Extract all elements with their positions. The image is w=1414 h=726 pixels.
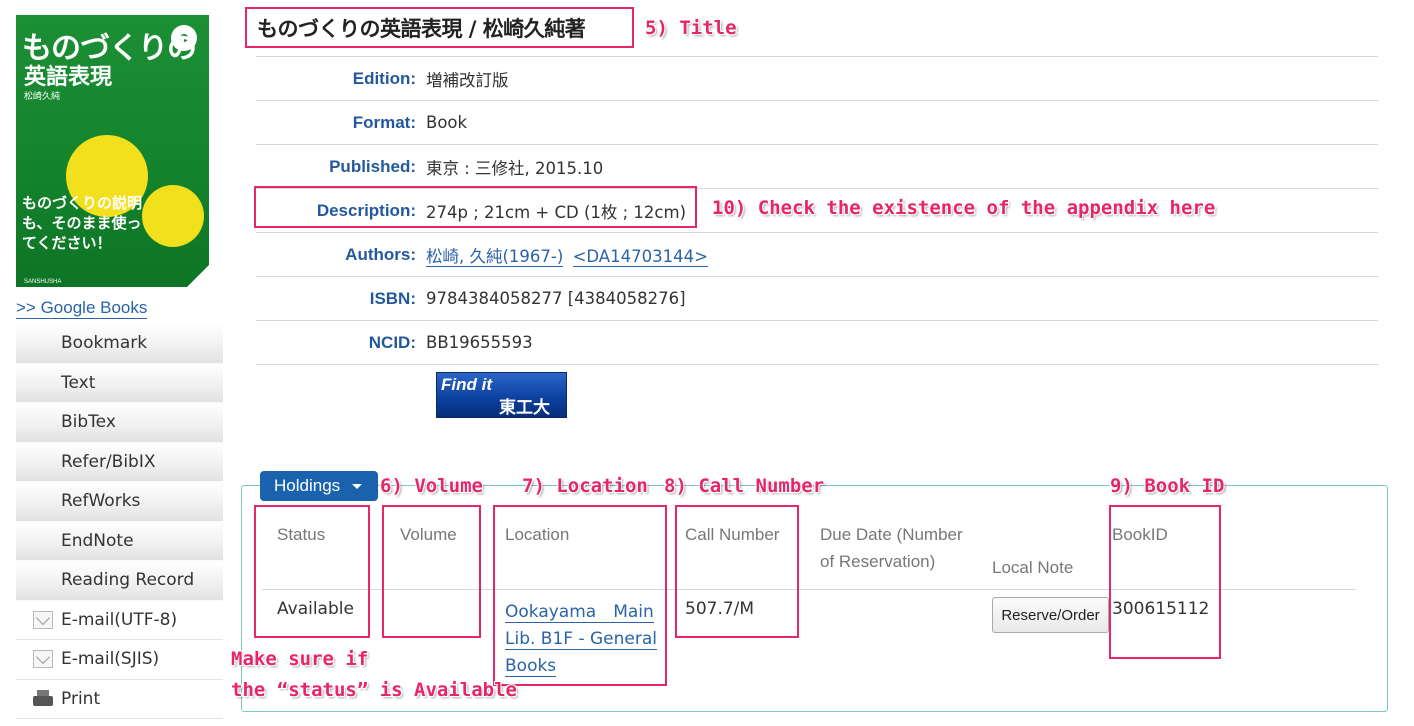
header-local-note: Local Note (992, 558, 1074, 577)
cover-catchphrase: ものづくりの説明も、そのまま使ってください！ (22, 194, 143, 252)
menu-label: Reading Record (61, 570, 195, 591)
detail-value: 東京 : 三修社, 2015.10 (426, 158, 604, 178)
holdings-tab[interactable]: Holdings (260, 471, 378, 501)
menu-label: Print (61, 688, 101, 709)
annotation-location: 7) Location (522, 475, 648, 497)
google-books-link[interactable]: >> Google Books (16, 298, 148, 319)
cover-author: 松崎久純 (24, 92, 61, 102)
annotation-status-line1: Make sure if (231, 648, 369, 670)
annotation-status-line2: the “status” is Available (231, 679, 517, 701)
detail-label: ISBN: (369, 288, 416, 308)
menu-label: Refer/BibIX (61, 451, 156, 472)
menu-label: Text (61, 372, 96, 393)
menu-print[interactable]: Print (16, 679, 223, 719)
printer-icon (33, 689, 53, 708)
page-title: ものづくりの英語表現 / 松崎久純著 (257, 16, 586, 41)
detail-value: 増補改訂版 (426, 70, 509, 90)
detail-row-published: Published: 東京 : 三修社, 2015.10 (256, 144, 1378, 188)
annotation-book-id: 9) Book ID (1110, 475, 1225, 497)
reserve-order-button[interactable]: Reserve/Order (992, 597, 1109, 633)
call-number-highlight-box (675, 505, 799, 638)
menu-text[interactable]: Text (16, 363, 223, 403)
detail-label: Edition: (352, 68, 416, 88)
detail-value: BB19655593 (426, 333, 533, 352)
holdings-tab-label: Holdings (274, 476, 341, 495)
volume-highlight-box (382, 505, 481, 638)
annotation-volume: 6) Volume (380, 475, 483, 497)
menu-refer-bibix[interactable]: Refer/BibIX (16, 442, 223, 482)
caret-down-icon (352, 483, 363, 489)
findit-button[interactable]: Find it 東工大 (436, 372, 567, 418)
menu-label: Bookmark (61, 333, 148, 354)
author-link[interactable]: 松崎, 久純(1967-) (426, 246, 564, 267)
menu-reading-record[interactable]: Reading Record (16, 561, 223, 601)
menu-refworks[interactable]: RefWorks (16, 482, 223, 522)
detail-row-authors: Authors: 松崎, 久純(1967-) <DA14703144> (256, 232, 1378, 276)
menu-endnote[interactable]: EndNote (16, 521, 223, 561)
detail-value: 9784384058277 [4384058276] (426, 289, 686, 308)
book-cover-image: ものづくりの 英語表現 松崎久純 ものづくりの説明も、そのまま使ってください！ … (16, 15, 209, 287)
detail-label: Published: (329, 156, 416, 176)
gear-graphic (142, 185, 204, 247)
menu-email-sjis[interactable]: E-mail(SJIS) (16, 640, 223, 680)
status-highlight-box (254, 505, 370, 638)
header-due-date: Due Date (Number (820, 525, 963, 544)
divider (256, 364, 1378, 365)
findit-institution: 東工大 (499, 398, 550, 417)
detail-value: 松崎, 久純(1967-) <DA14703144> (426, 243, 708, 267)
menu-label: E-mail(SJIS) (61, 649, 160, 670)
detail-row-edition: Edition: 増補改訂版 (256, 56, 1378, 100)
mail-icon (33, 610, 53, 629)
description-highlight-box (254, 186, 697, 228)
detail-row-format: Format: Book (256, 100, 1378, 144)
findit-text: Find it (441, 375, 492, 394)
cover-title-line2: 英語表現 (24, 65, 113, 90)
annotation-title: 5) Title (645, 17, 737, 39)
detail-label: Format: (352, 112, 416, 132)
header-due-date-cont: of Reservation) (820, 552, 936, 571)
detail-row-ncid: NCID: BB19655593 (256, 320, 1378, 364)
detail-label: Authors: (345, 244, 416, 264)
menu-bibtex[interactable]: BibTex (16, 403, 223, 443)
page-curl (187, 265, 209, 287)
annotation-description: 10) Check the existence of the appendix … (712, 197, 1216, 219)
book-id-highlight-box (1109, 505, 1221, 659)
mail-icon (33, 650, 53, 669)
export-menu: Bookmark Text BibTex Refer/BibIX RefWork… (16, 324, 223, 719)
location-highlight-box (493, 505, 667, 686)
menu-email-utf8[interactable]: E-mail(UTF-8) (16, 600, 223, 640)
detail-label: NCID: (368, 332, 416, 352)
menu-label: BibTex (61, 412, 116, 433)
menu-label: EndNote (61, 530, 134, 551)
annotation-call-number: 8) Call Number (664, 475, 825, 497)
cover-publisher: SANSHUSHA (24, 279, 62, 285)
menu-label: E-mail(UTF-8) (61, 609, 178, 630)
menu-label: RefWorks (61, 491, 141, 512)
menu-bookmark[interactable]: Bookmark (16, 324, 223, 364)
author-id-link[interactable]: <DA14703144> (572, 246, 708, 267)
detail-value: Book (426, 113, 468, 132)
title-highlight-box: ものづくりの英語表現 / 松崎久純著 (245, 7, 634, 48)
detail-row-isbn: ISBN: 9784384058277 [4384058276] (256, 276, 1378, 320)
